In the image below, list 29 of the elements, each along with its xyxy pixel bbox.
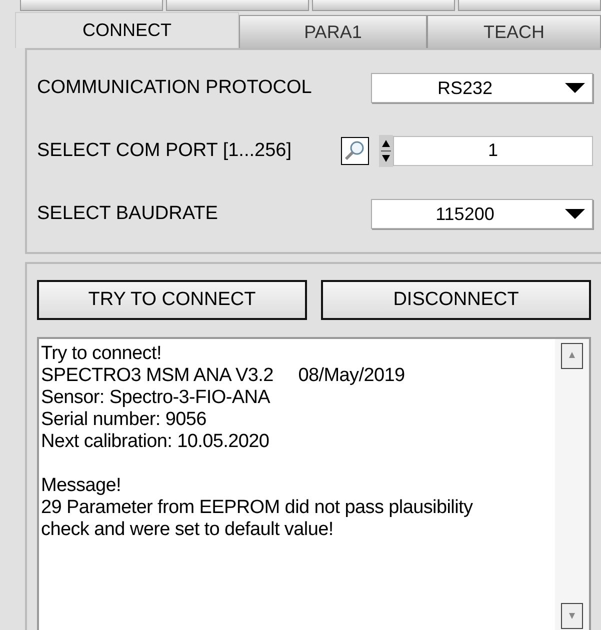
tab[interactable]: [312, 0, 455, 11]
log-line: Serial number: 9056: [41, 409, 206, 430]
log-line: Next calibration: 10.05.2020: [41, 431, 270, 452]
search-icon[interactable]: [341, 136, 369, 165]
dropdown[interactable]: 115200: [371, 199, 593, 230]
tab[interactable]: [166, 0, 309, 11]
scroll-up-icon[interactable]: [561, 343, 583, 369]
caret-icon: [564, 82, 586, 94]
setting-label: COMMUNICATION PROTOCOL: [37, 76, 312, 99]
tab[interactable]: PARA1: [239, 15, 427, 48]
log-line: SPECTRO3 MSM ANA V3.2 08/May/2019: [41, 365, 405, 386]
action-button[interactable]: DISCONNECT: [321, 280, 591, 320]
tab[interactable]: CONNECT: [15, 12, 239, 48]
scroll-down-icon[interactable]: [561, 603, 583, 629]
tab[interactable]: [458, 0, 601, 11]
tab[interactable]: TEACH: [427, 15, 601, 48]
log-line: Sensor: Spectro-3-FIO-ANA: [41, 387, 270, 408]
setting-label: SELECT BAUDRATE: [37, 203, 218, 226]
com-port-field[interactable]: 1: [393, 136, 593, 166]
action-button[interactable]: TRY TO CONNECT: [37, 280, 307, 320]
setting-label: SELECT COM PORT [1...256]: [37, 140, 292, 162]
dropdown[interactable]: RS232: [371, 72, 593, 103]
tab[interactable]: [20, 0, 163, 11]
log-line: check and were set to default value!: [41, 519, 334, 540]
log-line: Message!: [41, 475, 121, 496]
caret-icon: [564, 208, 586, 220]
spinner-arrows-icon[interactable]: [379, 134, 393, 167]
log-line: Try to connect!: [41, 343, 162, 364]
log-line: 29 Parameter from EEPROM did not pass plausibility: [41, 497, 473, 518]
